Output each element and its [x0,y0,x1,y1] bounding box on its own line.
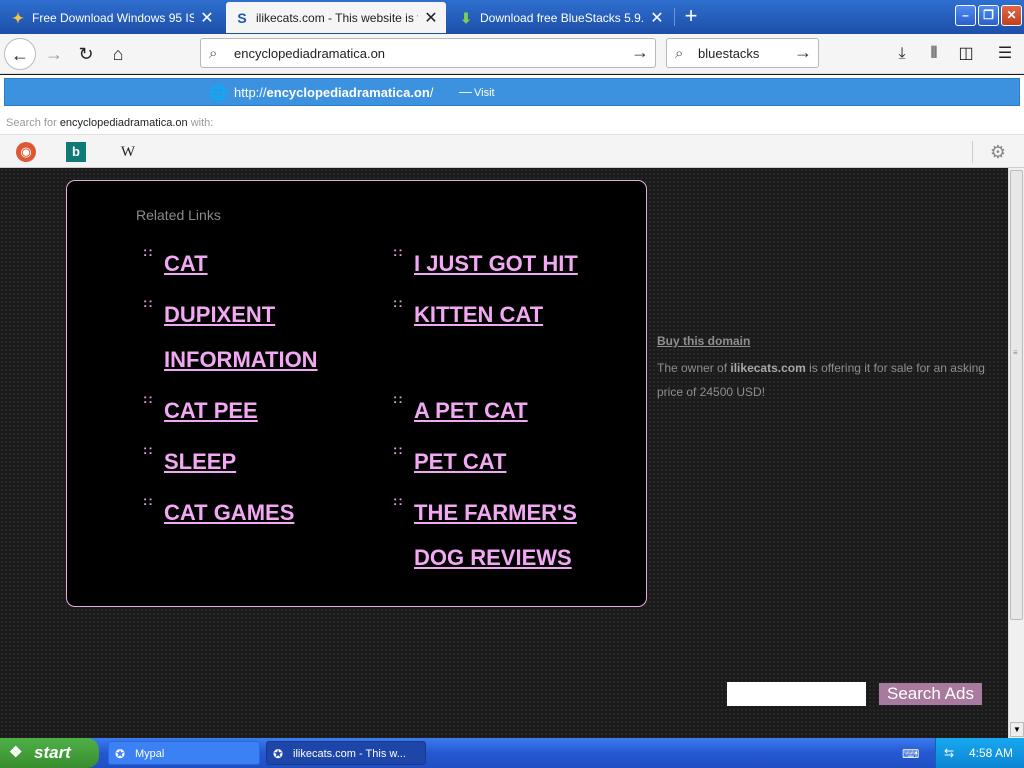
bullet-icon: :: [393,391,404,406]
menu-icon[interactable]: ☰ [993,42,1017,66]
close-window-button[interactable]: ✕ [1001,5,1022,26]
back-button[interactable]: ← [4,38,36,70]
windows-flag-icon: ❖ [9,744,23,761]
link-text[interactable]: CAT PEE [164,388,364,433]
related-links-panel: Related Links :: CAT :: DUPIXENT INFORMAT… [66,180,647,607]
link-text[interactable]: I JUST GOT HIT [414,241,614,286]
navigation-toolbar: ← → ↻ ⌂ ⌕ encyclopediadramatica.on → ⌕ b… [0,34,1024,74]
bullet-icon: :: [393,244,404,259]
link-text[interactable]: THE FARMER'S DOG REVIEWS [414,490,614,580]
link-text[interactable]: CAT [164,241,364,286]
close-tab-icon[interactable]: ✕ [650,8,664,28]
divider [972,141,973,163]
home-button[interactable]: ⌂ [102,38,134,70]
url-bar[interactable]: ⌕ encyclopediadramatica.on → [200,38,656,68]
scrollbar-thumb[interactable] [1010,170,1023,620]
link-text[interactable]: KITTEN CAT [414,292,614,337]
tab-windows-iso[interactable]: ✦ Free Download Windows 95 ISO | ✕ [2,2,222,33]
system-tray: ⇆ 4:58 AM [935,738,1024,768]
visit-suggestion-row[interactable]: 🌐 http://encyclopediadramatica.on/ — Vis… [4,78,1020,106]
reload-button[interactable]: ↻ [70,38,102,70]
visit-url: http://encyclopediadramatica.on/ [234,85,434,100]
sidebar-icon[interactable]: ◫ [954,42,978,66]
link-text[interactable]: DUPIXENT INFORMATION [164,292,364,382]
grip-icon: ≡ [1013,348,1018,357]
url-suggestion-dropdown: 🌐 http://encyclopediadramatica.on/ — Vis… [0,75,1024,168]
search-for-label: Search for encyclopediadramatica.on with… [6,117,214,129]
globe-icon: 🌐 [209,85,228,102]
search-input[interactable]: bluestacks [698,46,759,61]
search-icon: ⌕ [209,45,218,62]
go-arrow-icon[interactable]: → [631,42,649,63]
search-icon: ⌕ [675,45,684,62]
search-engine-bar: ◉ b W ⚙ [0,134,1024,168]
tab-ilikecats[interactable]: S ilikecats.com - This website is for sa… [226,2,446,33]
search-ads-button[interactable]: Search Ads [879,683,982,705]
keyboard-icon[interactable]: ⌨ [902,747,919,761]
visit-label: Visit [474,87,495,99]
clock: 4:58 AM [969,746,1014,760]
minimize-button[interactable]: – [955,5,976,26]
search-go-arrow-icon[interactable]: → [794,42,812,63]
gear-icon[interactable]: ⚙ [988,142,1008,162]
downloads-icon[interactable]: ⤓ [890,42,914,66]
buy-domain-link[interactable]: Buy this domain [657,334,750,348]
tab-title: ilikecats.com - This website is for sa [256,10,418,25]
bullet-icon: :: [143,391,154,406]
search-ads-input[interactable] [727,682,866,706]
bullet-icon: :: [393,295,404,310]
library-icon[interactable]: ⫴ [922,42,946,66]
download-icon: ⬇ [460,9,472,26]
bullet-icon: :: [393,442,404,457]
taskbar-item-mypal[interactable]: ✪ Mypal [108,741,260,765]
link-text[interactable]: PET CAT [414,439,614,484]
mypal-icon: ✪ [115,747,126,761]
close-tab-icon[interactable]: ✕ [424,8,438,28]
vertical-scrollbar[interactable]: ≡ ▼ [1008,168,1024,738]
s-site-icon: S [237,9,247,26]
task-label: ilikecats.com - This w... [293,748,406,760]
tab-bluestacks[interactable]: ⬇ Download free BlueStacks 5.9.10 ✕ [450,2,672,33]
bullet-icon: :: [393,493,404,508]
bullet-icon: :: [143,244,154,259]
taskbar: ❖ start ✪ Mypal ✪ ilikecats.com - This w… [0,738,1024,768]
taskbar-item-ilikecats[interactable]: ✪ ilikecats.com - This w... [266,741,426,765]
tab-separator [674,8,675,26]
windows-iso-icon: ✦ [12,9,24,26]
task-label: Mypal [135,748,165,760]
scroll-down-icon[interactable]: ▼ [1010,722,1024,737]
restore-button[interactable]: ❐ [978,5,999,26]
search-bar[interactable]: ⌕ bluestacks → [666,38,819,68]
network-icon[interactable]: ⇆ [944,746,954,760]
url-input[interactable]: encyclopediadramatica.on [234,46,385,61]
page-content: Related Links :: CAT :: DUPIXENT INFORMAT… [0,168,1008,738]
bing-icon[interactable]: b [66,142,86,162]
bullet-icon: :: [143,295,154,310]
tab-title: Free Download Windows 95 ISO | [32,10,194,25]
forward-button[interactable]: → [38,38,70,70]
start-button[interactable]: ❖ start [0,738,99,768]
link-text[interactable]: CAT GAMES [164,490,364,535]
visit-separator: — [459,84,472,99]
related-links-title: Related Links [136,207,221,223]
buy-domain-description: The owner of ilikecats.com is offering i… [657,361,985,399]
link-text[interactable]: A PET CAT [414,388,614,433]
bullet-icon: :: [143,493,154,508]
tab-bar: ✦ Free Download Windows 95 ISO | ✕ S ili… [0,0,1024,34]
wikipedia-icon[interactable]: W [118,142,138,162]
close-tab-icon[interactable]: ✕ [200,8,214,28]
mypal-icon: ✪ [273,747,284,761]
start-label: start [34,743,71,762]
bullet-icon: :: [143,442,154,457]
new-tab-button[interactable]: + [679,4,703,28]
link-text[interactable]: SLEEP [164,439,364,484]
tab-title: Download free BlueStacks 5.9.10 [480,10,644,25]
duckduckgo-icon[interactable]: ◉ [16,142,36,162]
